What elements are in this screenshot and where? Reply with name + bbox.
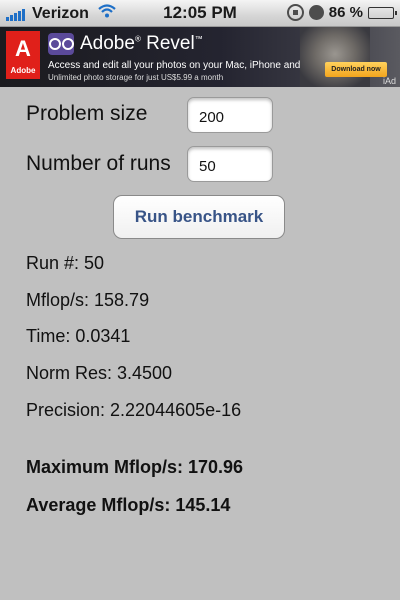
- ad-title-brand: Adobe: [80, 33, 135, 54]
- num-runs-label: Number of runs: [26, 152, 171, 175]
- ad-banner[interactable]: A Adobe Adobe® Revel™ Access and edit al…: [0, 27, 400, 87]
- battery-icon: [368, 6, 397, 19]
- max-mflops-text: Maximum Mflop/s: 170.96: [26, 457, 244, 477]
- ad-title-product: Revel: [146, 33, 195, 54]
- location-icon: [308, 5, 324, 20]
- battery-percent: 86 %: [328, 4, 363, 21]
- adobe-logo: A Adobe: [6, 31, 40, 79]
- norm-res-text: Norm Res: 3.4500: [26, 363, 173, 383]
- rotation-lock-icon: [286, 4, 304, 21]
- adobe-logo-text: Adobe: [10, 66, 36, 75]
- num-runs-input[interactable]: 50: [187, 146, 273, 182]
- ad-title: Adobe® Revel™: [80, 33, 203, 54]
- ad-photo: [300, 27, 370, 87]
- status-right: 86 %: [286, 4, 397, 21]
- run-benchmark-button[interactable]: Run benchmark: [113, 195, 285, 239]
- time-text: Time: 0.0341: [26, 326, 131, 346]
- status-bar: Verizon 12:05 PM 86 %: [0, 0, 400, 27]
- problem-size-input[interactable]: 200: [187, 97, 273, 133]
- mflops-text: Mflop/s: 158.79: [26, 290, 150, 310]
- run-number-text: Run #: 50: [26, 253, 105, 273]
- avg-mflops-text: Average Mflop/s: 145.14: [26, 495, 231, 515]
- revel-app-icon: [48, 33, 74, 55]
- ad-download-button[interactable]: Download now: [325, 62, 387, 77]
- problem-size-label: Problem size: [26, 102, 148, 125]
- iad-label: iAd: [382, 76, 396, 86]
- ad-price-text: Unlimited photo storage for just US$5.99…: [48, 73, 224, 82]
- precision-text: Precision: 2.22044605e-16: [26, 400, 242, 420]
- ad-description: Access and edit all your photos on your …: [48, 60, 324, 71]
